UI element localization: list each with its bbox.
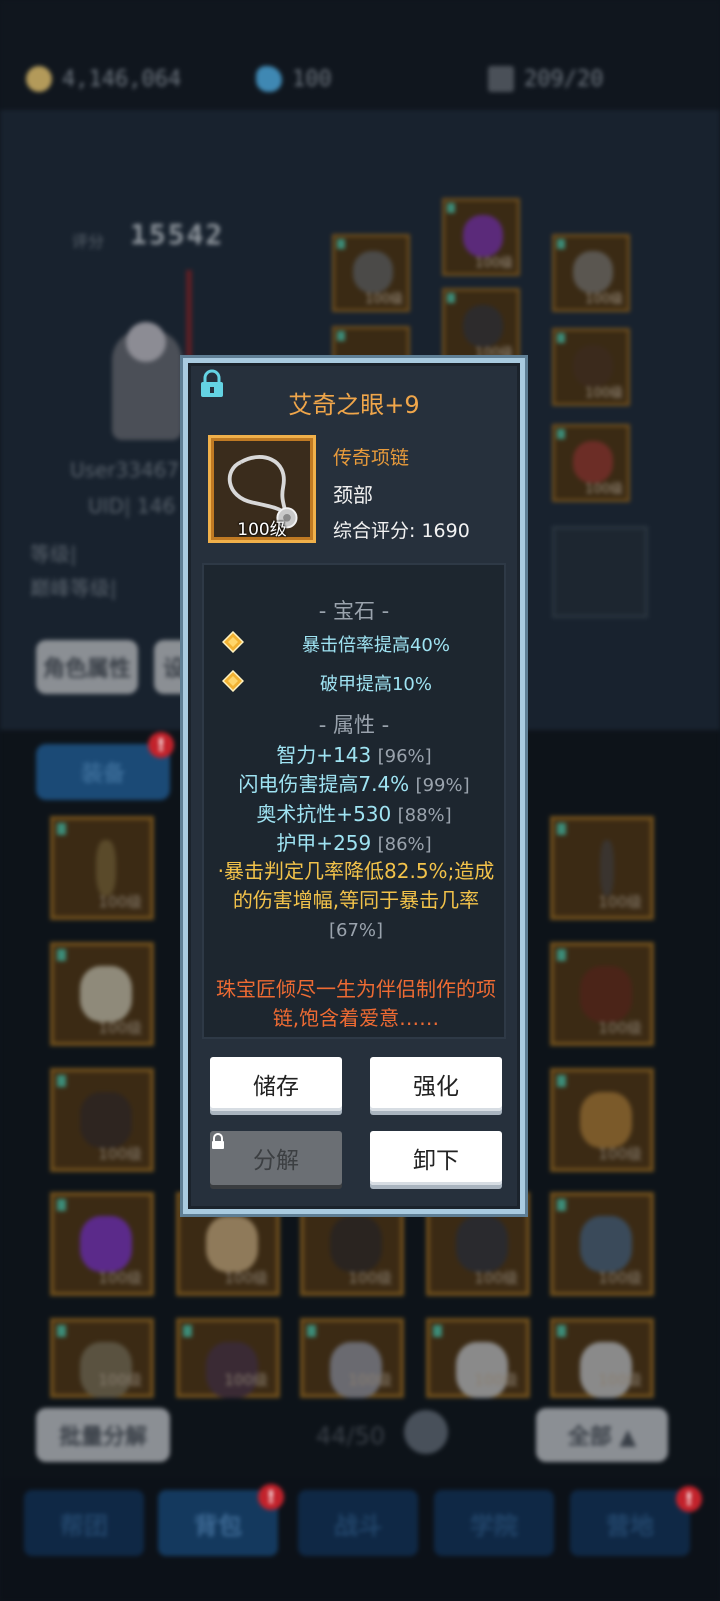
gold-resource: 4,146,064 — [26, 66, 181, 92]
store-button[interactable]: 储存 — [210, 1057, 342, 1111]
empty-equip-slot[interactable] — [552, 526, 648, 618]
yellow-gem-icon — [222, 631, 244, 653]
equip-slot[interactable] — [332, 234, 410, 312]
user-uid: UID| 146 — [88, 494, 176, 518]
flavor-text: 珠宝匠倾尽一生为伴侣制作的项链,饱含着爱意…… — [216, 977, 496, 1030]
stat-text: 智力+143 — [276, 743, 372, 767]
gem-row: 暴击倍率提高40% — [204, 629, 504, 659]
nav-backpack-badge: ! — [258, 1484, 284, 1510]
resource-bar: 4,146,064 100 209/20 — [0, 0, 720, 110]
equip-slot[interactable] — [442, 288, 520, 366]
blue-gem-icon — [256, 66, 282, 92]
inventory-slot[interactable] — [550, 1068, 654, 1172]
stat-line: 闪电伤害提高7.4% [99%] — [204, 768, 504, 797]
item-detail-dialog: 艾奇之眼+9 100级 传奇项链 颈部 综合评分: 1690 - 宝石 - 暴击… — [180, 355, 528, 1217]
stat-roll: [96%] — [377, 746, 432, 767]
gem-effect: 破甲提高10% — [319, 674, 432, 695]
equip-slot[interactable] — [552, 328, 630, 406]
stat-line: 护甲+259 [86%] — [204, 827, 504, 856]
equip-slot[interactable] — [442, 198, 520, 276]
unequip-button[interactable]: 卸下 — [370, 1131, 502, 1185]
inventory-slot[interactable] — [550, 942, 654, 1046]
legendary-effect: ·暴击判定几率降低82.5%;造成的伤害增幅,等同于暴击几率 [67%] — [212, 857, 500, 945]
item-icon-frame: 100级 — [208, 435, 316, 543]
nav-camp[interactable]: 营地 — [570, 1490, 690, 1556]
inventory-slot[interactable] — [176, 1318, 280, 1398]
power-value: 15542 — [130, 218, 225, 251]
disassemble-lock-icon — [212, 1133, 224, 1149]
inventory-slot[interactable] — [550, 1318, 654, 1398]
gem-amount: 100 — [292, 66, 332, 92]
inventory-slot[interactable] — [426, 1318, 530, 1398]
inventory-slot[interactable] — [50, 1068, 154, 1172]
equip-slot[interactable] — [552, 424, 630, 502]
inventory-slot[interactable] — [50, 816, 154, 920]
gold-amount: 4,146,064 — [62, 66, 182, 92]
stat-roll: [88%] — [397, 805, 452, 826]
inventory-slot[interactable] — [300, 1318, 404, 1398]
bulk-disassemble-button[interactable]: 批量分解 — [36, 1408, 170, 1462]
stamina-amount: 209/20 — [524, 66, 604, 92]
inventory-slot[interactable] — [550, 816, 654, 920]
stat-text: 护甲+259 — [276, 831, 372, 855]
stamina-resource: 209/20 — [488, 66, 603, 92]
gem-section-title: - 宝石 - — [318, 599, 390, 623]
inventory-slot[interactable] — [550, 1192, 654, 1296]
equip-slot[interactable] — [552, 234, 630, 312]
inventory-capacity: 44/50 — [316, 1422, 386, 1450]
item-rarity-type: 传奇项链 — [333, 447, 410, 469]
stat-roll: [86%] — [377, 834, 432, 855]
hero-head — [126, 322, 166, 362]
yellow-gem-icon — [222, 670, 244, 692]
attr-section-title: - 属性 - — [318, 713, 390, 737]
level-label: 等级| — [30, 542, 77, 566]
inventory-slot[interactable] — [50, 1192, 154, 1296]
nav-battle[interactable]: 战斗 — [298, 1490, 418, 1556]
attribute-panel: - 宝石 - 暴击倍率提高40% 破甲提高10% - 属性 - 智力+143 [… — [202, 563, 506, 1039]
item-level: 100级 — [237, 520, 287, 540]
disassemble-button[interactable]: 分解 — [210, 1131, 342, 1185]
stat-roll: [99%] — [415, 775, 470, 796]
notification-badge: ! — [148, 732, 174, 758]
stat-line: 奥术抗性+530 [88%] — [204, 798, 504, 827]
gem-effect: 暴击倍率提高40% — [301, 635, 450, 656]
stat-line: 智力+143 [96%] — [204, 739, 504, 768]
inventory-slot[interactable] — [50, 942, 154, 1046]
nav-camp-badge: ! — [676, 1486, 702, 1512]
user-name: User33467 — [70, 458, 180, 482]
legendary-effect-roll: [67%] — [328, 920, 384, 941]
item-score: 综合评分: 1690 — [333, 520, 470, 542]
legendary-effect-text: ·暴击判定几率降低82.5%;造成的伤害增幅,等同于暴击几率 — [217, 859, 495, 912]
nav-team[interactable]: 帮团 — [24, 1490, 144, 1556]
power-label: 评分 — [72, 232, 105, 251]
stamina-icon — [488, 66, 514, 92]
peak-level-label: 巅峰等级| — [30, 576, 117, 600]
item-slot: 颈部 — [333, 483, 373, 507]
gem-row: 破甲提高10% — [204, 668, 504, 698]
add-capacity-icon[interactable] — [404, 1410, 448, 1454]
nav-skills[interactable]: 学院 — [434, 1490, 554, 1556]
filter-all-button[interactable]: 全部 ▲ — [536, 1408, 668, 1462]
stat-text: 奥术抗性+530 — [256, 802, 392, 826]
inventory-slot[interactable] — [50, 1318, 154, 1398]
character-attributes-tab[interactable]: 角色属性 — [36, 640, 138, 694]
enhance-button[interactable]: 强化 — [370, 1057, 502, 1111]
gem-resource: 100 — [256, 66, 332, 92]
gold-coin-icon — [26, 66, 52, 92]
stat-text: 闪电伤害提高7.4% — [238, 772, 410, 796]
item-name: 艾奇之眼+9 — [288, 391, 420, 419]
